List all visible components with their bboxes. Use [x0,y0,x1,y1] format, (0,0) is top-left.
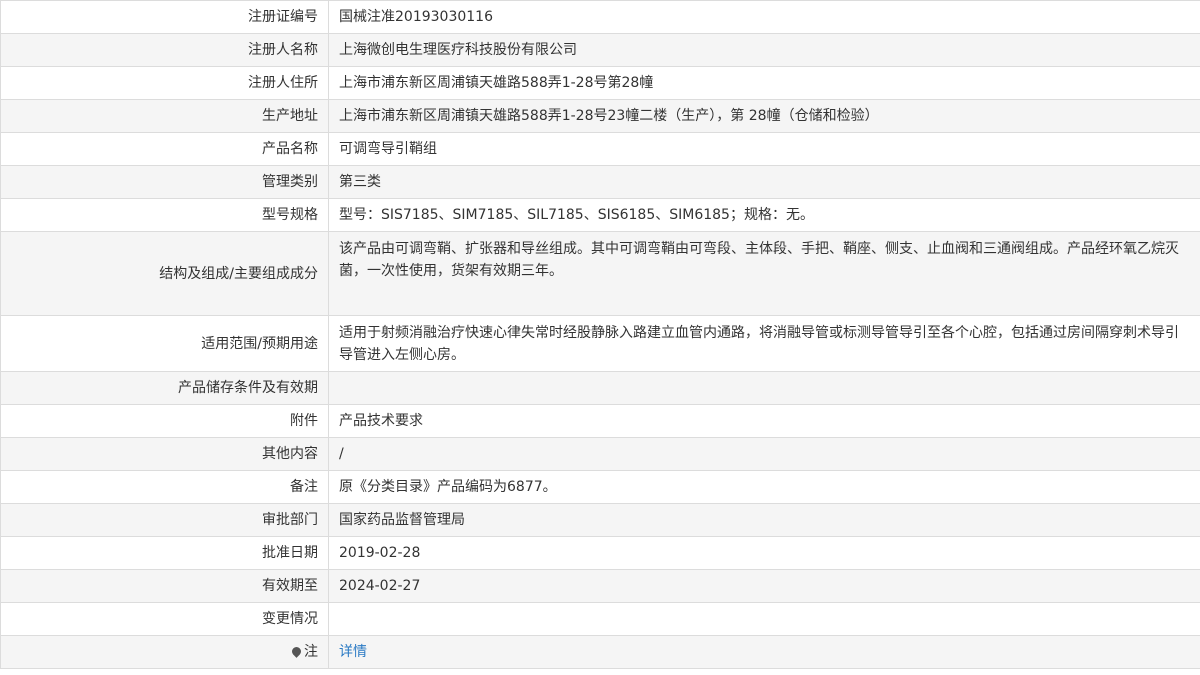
value-remarks: 原《分类目录》产品编码为6877。 [328,470,1200,504]
label-registrant-address: 注册人住所 [0,66,329,100]
row-product-name: 产品名称 可调弯导引鞘组 [0,132,1200,166]
value-valid-until: 2024-02-27 [328,569,1200,603]
label-other-content: 其他内容 [0,437,329,471]
label-registrant-name: 注册人名称 [0,33,329,67]
row-attachment: 附件 产品技术要求 [0,404,1200,438]
row-change-history: 变更情况 [0,602,1200,636]
label-note-cell: 注 [0,635,329,669]
label-intended-use: 适用范围/预期用途 [0,315,329,372]
value-management-category: 第三类 [328,165,1200,199]
details-link[interactable]: 详情 [339,644,367,660]
value-registration-number: 国械注准20193030116 [328,0,1200,34]
label-note: 注 [304,644,318,660]
label-product-name: 产品名称 [0,132,329,166]
label-approval-department: 审批部门 [0,503,329,537]
row-other-content: 其他内容 / [0,437,1200,471]
value-production-address: 上海市浦东新区周浦镇天雄路588弄1-28号23幢二楼（生产），第 28幢（仓储… [328,99,1200,133]
row-production-address: 生产地址 上海市浦东新区周浦镇天雄路588弄1-28号23幢二楼（生产），第 2… [0,99,1200,133]
registration-detail-table: 注册证编号 国械注准20193030116 注册人名称 上海微创电生理医疗科技股… [0,0,1200,669]
value-approval-date: 2019-02-28 [328,536,1200,570]
row-registrant-name: 注册人名称 上海微创电生理医疗科技股份有限公司 [0,33,1200,67]
label-production-address: 生产地址 [0,99,329,133]
row-model-spec: 型号规格 型号：SIS7185、SIM7185、SIL7185、SIS6185、… [0,198,1200,232]
row-approval-date: 批准日期 2019-02-28 [0,536,1200,570]
value-storage-conditions [328,371,1200,405]
label-attachment: 附件 [0,404,329,438]
label-registration-number: 注册证编号 [0,0,329,34]
label-remarks: 备注 [0,470,329,504]
value-intended-use: 适用于射频消融治疗快速心律失常时经股静脉入路建立血管内通路，将消融导管或标测导管… [328,315,1200,372]
label-management-category: 管理类别 [0,165,329,199]
value-approval-department: 国家药品监督管理局 [328,503,1200,537]
value-product-name: 可调弯导引鞘组 [328,132,1200,166]
label-storage-conditions: 产品储存条件及有效期 [0,371,329,405]
value-other-content: / [328,437,1200,471]
row-note: 注 详情 [0,635,1200,669]
row-storage-conditions: 产品储存条件及有效期 [0,371,1200,405]
label-valid-until: 有效期至 [0,569,329,603]
row-structure-composition: 结构及组成/主要组成成分 该产品由可调弯鞘、扩张器和导丝组成。其中可调弯鞘由可弯… [0,231,1200,316]
row-intended-use: 适用范围/预期用途 适用于射频消融治疗快速心律失常时经股静脉入路建立血管内通路，… [0,315,1200,372]
label-model-spec: 型号规格 [0,198,329,232]
label-approval-date: 批准日期 [0,536,329,570]
row-approval-department: 审批部门 国家药品监督管理局 [0,503,1200,537]
row-registrant-address: 注册人住所 上海市浦东新区周浦镇天雄路588弄1-28号第28幢 [0,66,1200,100]
value-structure-composition: 该产品由可调弯鞘、扩张器和导丝组成。其中可调弯鞘由可弯段、主体段、手把、鞘座、侧… [328,231,1200,316]
map-pin-icon [290,644,303,658]
label-structure-composition: 结构及组成/主要组成成分 [0,231,329,316]
value-model-spec: 型号：SIS7185、SIM7185、SIL7185、SIS6185、SIM61… [328,198,1200,232]
row-remarks: 备注 原《分类目录》产品编码为6877。 [0,470,1200,504]
row-management-category: 管理类别 第三类 [0,165,1200,199]
value-note-cell: 详情 [328,635,1200,669]
value-registrant-address: 上海市浦东新区周浦镇天雄路588弄1-28号第28幢 [328,66,1200,100]
row-registration-number: 注册证编号 国械注准20193030116 [0,0,1200,34]
label-change-history: 变更情况 [0,602,329,636]
value-attachment: 产品技术要求 [328,404,1200,438]
value-change-history [328,602,1200,636]
value-registrant-name: 上海微创电生理医疗科技股份有限公司 [328,33,1200,67]
row-valid-until: 有效期至 2024-02-27 [0,569,1200,603]
